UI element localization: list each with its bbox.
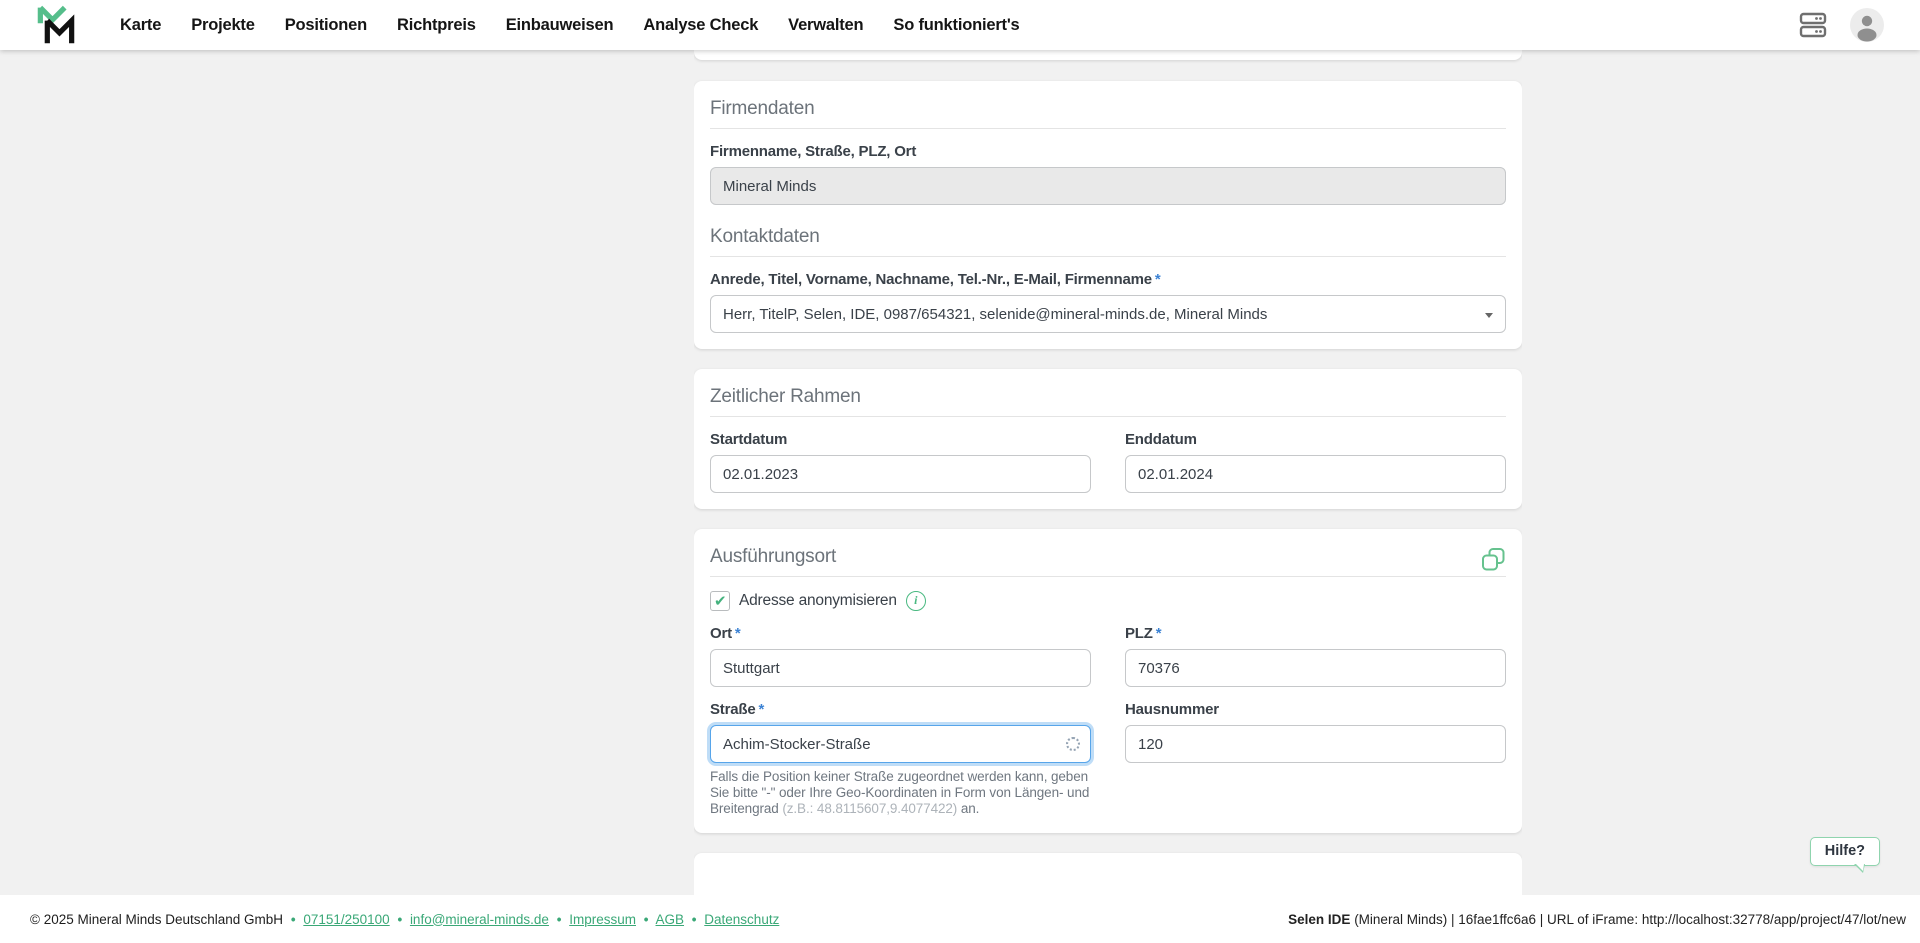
- server-dns-icon[interactable]: [1798, 10, 1828, 40]
- main-menu: Karte Projekte Positionen Richtpreis Ein…: [120, 16, 1020, 35]
- user-avatar-icon[interactable]: [1850, 8, 1884, 42]
- nav-item-analyse-check[interactable]: Analyse Check: [643, 16, 758, 35]
- startdatum-label: Startdatum: [710, 431, 788, 448]
- required-asterisk: *: [758, 701, 765, 718]
- contact-select-value: Herr, TitelP, Selen, IDE, 0987/654321, s…: [723, 305, 1268, 323]
- navbar-right-icons: [1798, 8, 1884, 42]
- enddatum-label: Enddatum: [1125, 431, 1197, 448]
- plz-label: PLZ *: [1125, 625, 1162, 642]
- firmendaten-title: Firmendaten: [710, 98, 815, 119]
- ort-input[interactable]: [710, 649, 1091, 687]
- zeitlicher-rahmen-title: Zeitlicher Rahmen: [710, 386, 861, 407]
- next-card-partial: [694, 853, 1522, 895]
- status-details: (Mineral Minds) | 16fae1ffc6a6 | URL of …: [1350, 911, 1906, 927]
- ausfuehrungsort-card: Ausführungsort Adresse anonymisieren i O…: [694, 529, 1522, 833]
- plz-input[interactable]: [1125, 649, 1506, 687]
- startdatum-input[interactable]: [710, 455, 1091, 493]
- impressum-link[interactable]: Impressum: [569, 912, 636, 927]
- firmendaten-card: Firmendaten Firmenname, Straße, PLZ, Ort…: [694, 81, 1522, 349]
- info-icon[interactable]: i: [905, 591, 926, 611]
- company-input[interactable]: [710, 167, 1506, 205]
- bubble-tail: [1854, 863, 1865, 873]
- strasse-help-text: Falls die Position keiner Straße zugeord…: [710, 769, 1090, 816]
- hausnummer-input[interactable]: [1125, 725, 1506, 763]
- agb-link[interactable]: AGB: [656, 912, 685, 927]
- ide-name: Selen IDE: [1288, 911, 1351, 927]
- chevron-down-icon: [1485, 313, 1493, 318]
- copy-icon[interactable]: [1481, 547, 1506, 572]
- loading-spinner-icon: [1066, 737, 1080, 751]
- contact-field-label: Anrede, Titel, Vorname, Nachname, Tel.-N…: [710, 271, 1161, 288]
- datenschutz-link[interactable]: Datenschutz: [704, 912, 779, 927]
- nav-item-so-funktionierts[interactable]: So funktioniert's: [893, 16, 1019, 35]
- nav-item-positionen[interactable]: Positionen: [285, 16, 368, 35]
- nav-item-richtpreis[interactable]: Richtpreis: [397, 16, 476, 35]
- top-navbar: Karte Projekte Positionen Richtpreis Ein…: [0, 0, 1920, 50]
- copyright-text: © 2025 Mineral Minds Deutschland GmbH: [30, 911, 284, 927]
- ausfuehrungsort-title: Ausführungsort: [710, 546, 837, 567]
- nav-item-projekte[interactable]: Projekte: [191, 16, 255, 35]
- required-asterisk: *: [1155, 625, 1162, 642]
- hausnummer-label: Hausnummer: [1125, 701, 1219, 718]
- required-asterisk: *: [734, 625, 741, 642]
- strasse-label: Straße *: [710, 701, 765, 718]
- nav-item-verwalten[interactable]: Verwalten: [788, 16, 863, 35]
- strasse-input[interactable]: [710, 725, 1091, 763]
- footer-status: Selen IDE (Mineral Minds) | 16fae1ffc6a6…: [1288, 912, 1906, 927]
- kontaktdaten-title: Kontaktdaten: [710, 226, 820, 247]
- nav-item-karte[interactable]: Karte: [120, 16, 161, 35]
- phone-link[interactable]: 07151/250100: [303, 912, 389, 927]
- anonymize-checkbox[interactable]: [710, 591, 730, 611]
- help-button[interactable]: Hilfe?: [1809, 837, 1880, 873]
- enddatum-input[interactable]: [1125, 455, 1506, 493]
- footer-left: © 2025 Mineral Minds Deutschland GmbH • …: [30, 911, 780, 927]
- previous-card-partial: [694, 50, 1522, 60]
- company-field-label: Firmenname, Straße, PLZ, Ort: [710, 143, 917, 160]
- email-link[interactable]: info@mineral-minds.de: [410, 912, 549, 927]
- anonymize-label: Adresse anonymisieren: [739, 592, 897, 609]
- footer: © 2025 Mineral Minds Deutschland GmbH • …: [0, 895, 1920, 943]
- form-scroll-area: Firmendaten Firmenname, Straße, PLZ, Ort…: [694, 50, 1522, 895]
- required-asterisk: *: [1154, 271, 1161, 288]
- mineral-minds-logo-icon[interactable]: [36, 4, 76, 46]
- contact-select[interactable]: Herr, TitelP, Selen, IDE, 0987/654321, s…: [710, 295, 1506, 333]
- zeitlicher-rahmen-card: Zeitlicher Rahmen Startdatum Enddatum: [694, 369, 1522, 509]
- nav-item-einbauweisen[interactable]: Einbauweisen: [506, 16, 614, 35]
- ort-label: Ort *: [710, 625, 741, 642]
